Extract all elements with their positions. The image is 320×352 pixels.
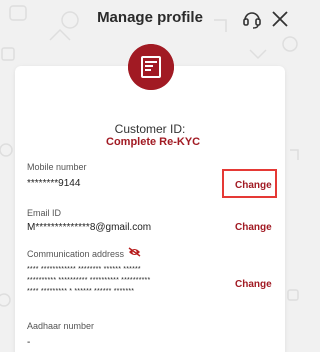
brand-logo-icon (128, 44, 174, 90)
aadhaar-number-value: - (27, 337, 31, 348)
manage-profile-screen: Manage profile Customer ID: Complete Re-… (0, 0, 300, 352)
close-icon[interactable] (269, 8, 291, 30)
aadhaar-number-label: Aadhaar number (27, 321, 95, 331)
header: Manage profile (0, 0, 300, 38)
change-address-button[interactable]: Change (235, 279, 272, 290)
email-id-label: Email ID (27, 208, 62, 218)
communication-address-line-1: **** ************ ******** ****** ****** (27, 266, 141, 273)
communication-address-line-3: **** ********* * ****** ****** ******* (27, 288, 135, 295)
headset-icon[interactable] (241, 8, 263, 30)
change-mobile-button[interactable]: Change (235, 180, 272, 191)
email-id-value: M**************8@gmail.com (27, 222, 152, 233)
change-email-button[interactable]: Change (235, 222, 272, 233)
communication-address-line-2: ********** ********** ********** *******… (27, 277, 151, 284)
mobile-number-value: ********9144 (27, 178, 81, 189)
customer-id-label: Customer ID: (114, 122, 186, 136)
complete-rekyc-link[interactable]: Complete Re-KYC (106, 136, 200, 148)
eye-off-icon[interactable] (128, 247, 141, 257)
mobile-number-label: Mobile number (27, 162, 87, 172)
communication-address-label: Communication address (27, 249, 125, 259)
